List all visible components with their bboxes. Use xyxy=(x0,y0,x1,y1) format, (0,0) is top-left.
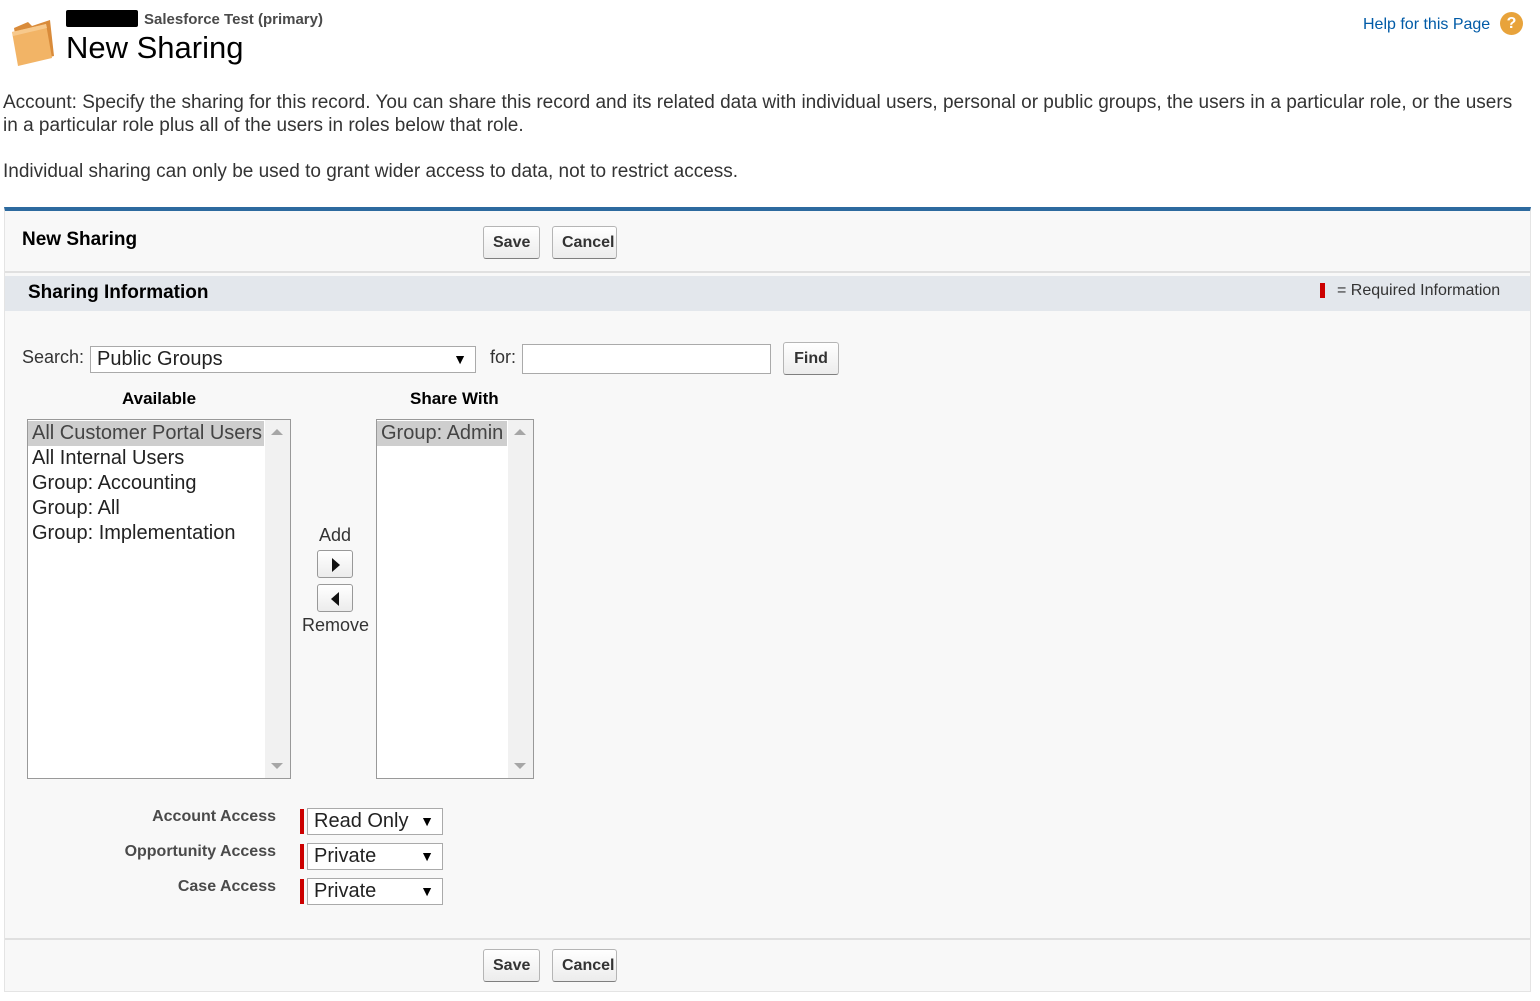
panel-title: New Sharing xyxy=(22,229,138,250)
scroll-down-icon[interactable] xyxy=(271,763,283,769)
arrow-left-icon xyxy=(331,592,339,606)
org-name: Salesforce Test (primary) xyxy=(144,11,323,28)
scroll-up-icon[interactable] xyxy=(514,429,526,435)
available-heading: Available xyxy=(122,389,197,408)
help-link[interactable]: Help for this Page xyxy=(1363,16,1490,34)
save-button-top[interactable]: Save xyxy=(483,226,540,259)
list-item[interactable]: Group: Accounting xyxy=(28,471,290,496)
scrollbar[interactable] xyxy=(508,420,533,778)
save-button-bottom[interactable]: Save xyxy=(483,949,540,982)
list-item[interactable]: All Customer Portal Users xyxy=(28,421,264,446)
case-access-value: Private xyxy=(314,880,377,902)
required-marker xyxy=(300,844,304,869)
divider xyxy=(5,938,1530,940)
remove-arrow-button[interactable] xyxy=(317,584,353,612)
required-marker xyxy=(300,879,304,904)
scroll-up-icon[interactable] xyxy=(271,429,283,435)
find-button[interactable]: Find xyxy=(783,342,839,375)
account-access-label: Account Access xyxy=(152,808,276,825)
required-info-text: = Required Information xyxy=(1337,282,1501,299)
section-header xyxy=(5,276,1530,311)
search-label: Search: xyxy=(22,347,85,367)
case-access-select[interactable]: Private ▼ xyxy=(307,878,443,905)
cancel-button-bottom[interactable]: Cancel xyxy=(552,949,617,982)
add-label: Add xyxy=(319,525,352,545)
list-item[interactable]: All Internal Users xyxy=(28,446,290,471)
section-title: Sharing Information xyxy=(28,282,209,303)
required-marker xyxy=(300,809,304,834)
scrollbar[interactable] xyxy=(265,420,290,778)
arrow-right-icon xyxy=(332,558,340,572)
divider xyxy=(5,271,1530,273)
folder-icon xyxy=(12,20,54,66)
chevron-down-icon: ▼ xyxy=(420,883,434,899)
description-note: Individual sharing can only be used to g… xyxy=(3,161,739,182)
available-listbox[interactable]: All Customer Portal Users All Internal U… xyxy=(27,419,291,779)
share-with-listbox[interactable]: Group: Admin xyxy=(376,419,534,779)
chevron-down-icon: ▼ xyxy=(453,351,467,367)
opportunity-access-label: Opportunity Access xyxy=(124,843,276,860)
list-item[interactable]: Group: Implementation xyxy=(28,521,290,546)
search-type-value: Public Groups xyxy=(97,348,223,370)
share-with-heading: Share With xyxy=(410,389,499,408)
scroll-down-icon[interactable] xyxy=(514,763,526,769)
redacted-username xyxy=(66,10,138,27)
opportunity-access-value: Private xyxy=(314,845,377,867)
opportunity-access-select[interactable]: Private ▼ xyxy=(307,843,443,870)
case-access-label: Case Access xyxy=(177,878,276,895)
account-access-value: Read Only xyxy=(314,810,409,832)
help-icon[interactable]: ? xyxy=(1500,12,1523,35)
remove-label: Remove xyxy=(302,615,370,635)
description-text: Account: Specify the sharing for this re… xyxy=(3,92,1513,136)
required-marker xyxy=(1320,283,1325,298)
for-label: for: xyxy=(490,347,517,367)
chevron-down-icon: ▼ xyxy=(420,848,434,864)
search-type-select[interactable]: Public Groups ▼ xyxy=(90,346,476,373)
search-input[interactable] xyxy=(522,344,771,374)
cancel-button-top[interactable]: Cancel xyxy=(552,226,617,259)
add-arrow-button[interactable] xyxy=(317,550,353,578)
list-item[interactable]: Group: All xyxy=(28,496,290,521)
account-access-select[interactable]: Read Only ▼ xyxy=(307,808,443,835)
chevron-down-icon: ▼ xyxy=(420,813,434,829)
list-item[interactable]: Group: Admin xyxy=(377,421,507,446)
page-title: New Sharing xyxy=(66,30,244,65)
